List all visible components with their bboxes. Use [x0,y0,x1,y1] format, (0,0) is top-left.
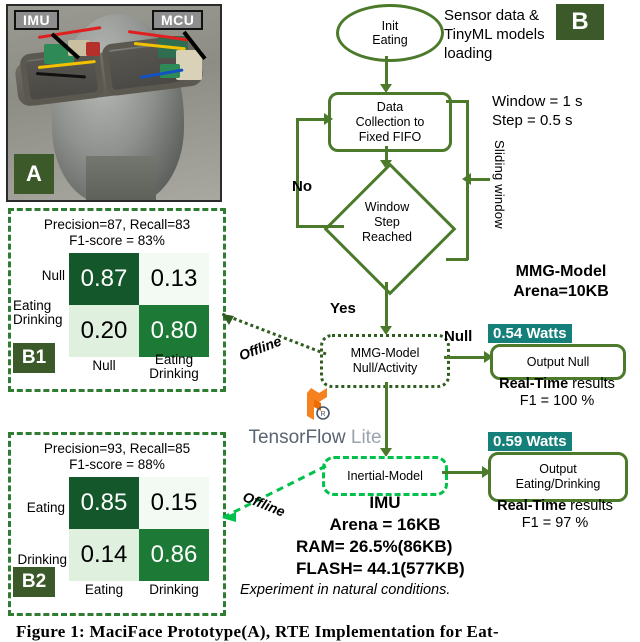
sensor-note-l3: loading [444,45,493,62]
b1-col-label-0: Null [92,358,116,373]
b2-cell-0-1: 0.15 [139,477,209,529]
sliding-bracket-stem [468,178,490,181]
flow-node-inertial-model: Inertial-Model [322,456,448,496]
rt-results-mmg: Real-Time results [482,376,632,393]
b2-title-line2: F1-score = 88% [69,457,165,472]
sensor-note-l2: TinyML models [444,26,545,43]
sensor-note: Sensor data & TinyML models loading [444,6,564,63]
b1-col-label-1: Eating Drinking [149,352,199,381]
mmg-model-line2: Null/Activity [352,361,418,375]
flow-init-line2: Eating [372,33,408,47]
tensorflow-wordmark: TensorFlow Lite [230,427,400,449]
confusion-matrix-b2: Precision=93, Recall=85 F1-score = 88% 0… [8,432,226,616]
arrowhead-sliding [462,173,471,185]
flow-collect-line1: Data [376,99,404,114]
flow-node-data-collection: Data Collection to Fixed FIFO [328,92,452,152]
b1-row-label-1: Eating Drinking [13,298,63,327]
flow-node-output-null: Output Null [490,344,626,380]
window-note-l2: Step = 0.5 s [492,112,573,129]
rt-results-mmg-bold: Real-Time [499,376,569,392]
panel-a-badge: A [14,154,54,194]
mcu-callout-label: MCU [152,10,204,30]
b2-cell-1-0: 0.14 [69,529,139,581]
watts-badge-mmg: 0.54 Watts [488,324,572,343]
sliding-bracket-top [446,100,468,103]
mmg-arena-l1: MMG-Model [515,263,607,280]
f1-mmg: F1 = 100 % [519,393,595,409]
arrowhead-no-loop [324,113,333,125]
edge-label-null: Null [444,328,473,345]
mmg-arena-note: MMG-Model Arena=10KB [486,262,636,302]
window-note-l1: Window = 1 s [492,93,583,110]
b2-title-line1: Precision=93, Recall=85 [43,441,191,456]
sliding-window-label: Sliding window [492,140,507,229]
imu-callout-label: IMU [14,10,60,30]
b1-cell-1-0: 0.20 [69,305,139,357]
svg-text:R: R [320,411,325,418]
window-note: Window = 1 s Step = 0.5 s [492,92,632,130]
b1-cell-0-0: 0.87 [69,253,139,305]
edge-inertial-to-output [442,471,486,474]
rt-results-mmg-rest: results [568,376,615,392]
edge-no-horizontal [296,225,344,228]
b2-badge: B2 [13,567,55,597]
watts-badge-imu: 0.59 Watts [488,432,572,451]
b1-title-line2: F1-score = 83% [69,233,165,248]
output-eating-line1: Output [539,462,577,476]
memory-note: RAM= 26.5%(86KB) FLASH= 44.1(577KB) [296,536,465,580]
decision-line1: Window [364,200,410,214]
tensorflow-icon: R [307,388,330,420]
b1-matrix-grid: 0.87 0.13 0.20 0.80 [69,253,209,357]
flow-node-init: Init Eating [336,4,444,62]
b1-row-label-0: Null [41,268,65,283]
mmg-arena-l2: Arena=10KB [513,283,609,300]
flow-node-output-eating: Output Eating/Drinking [488,452,628,502]
b1-cell-0-1: 0.13 [139,253,209,305]
b2-col-label-1: Drinking [149,582,199,597]
f1-imu: F1 = 97 % [521,515,589,531]
mmg-model-line1: MMG-Model [350,346,420,360]
edge-mmg-to-output [444,356,488,359]
output-eating-line2: Eating/Drinking [515,477,601,491]
b1-title-line1: Precision=87, Recall=83 [43,217,191,232]
confusion-matrix-b1: Precision=87, Recall=83 F1-score = 83% 0… [8,208,226,392]
sliding-bracket-bottom [446,258,468,261]
flow-collect-line3: Fixed FIFO [358,129,422,144]
flow-node-mmg-model: MMG-Model Null/Activity [320,334,450,388]
rt-results-imu-rest: results [566,498,613,514]
flow-collect-line2: Collection to [355,114,425,129]
sensor-note-l1: Sensor data & [444,7,540,24]
panel-a-photo: IMU MCU A [6,4,222,202]
figure-caption: Figure 1: MaciFace Prototype(A), RTE Imp… [16,622,499,641]
b2-col-label-0: Eating [84,582,124,597]
edge-yes-vertical [385,282,388,332]
b1-cell-1-1: 0.80 [139,305,209,357]
mannequin-neck [86,156,156,200]
edge-init-to-collect [385,56,388,86]
flash-note: FLASH= 44.1(577KB) [296,559,465,578]
offline-arrow-b2 [221,464,327,522]
b2-cell-0-0: 0.85 [69,477,139,529]
ram-note: RAM= 26.5%(86KB) [296,537,453,556]
flow-init-line1: Init [381,19,399,33]
experiment-note: Experiment in natural conditions. [240,582,451,598]
rt-results-imu: Real-Time results [480,498,630,515]
imu-component [86,42,100,56]
b1-badge: B1 [13,343,55,373]
tensorflow-lite-logo: R TensorFlow Lite [230,386,400,449]
tensorflow-name: TensorFlow [248,427,346,448]
b2-cell-1-1: 0.86 [139,529,209,581]
b2-row-label-0: Eating [26,500,65,515]
decision-line3: Reached [361,230,413,244]
tensorflow-lite-word: Lite [345,427,382,448]
edge-no-vertical [296,118,299,228]
b2-matrix-grid: 0.85 0.15 0.14 0.86 [69,477,209,581]
rt-results-imu-bold: Real-Time [497,498,567,514]
edge-label-no: No [292,178,312,195]
b2-row-label-1: Drinking [17,552,67,567]
